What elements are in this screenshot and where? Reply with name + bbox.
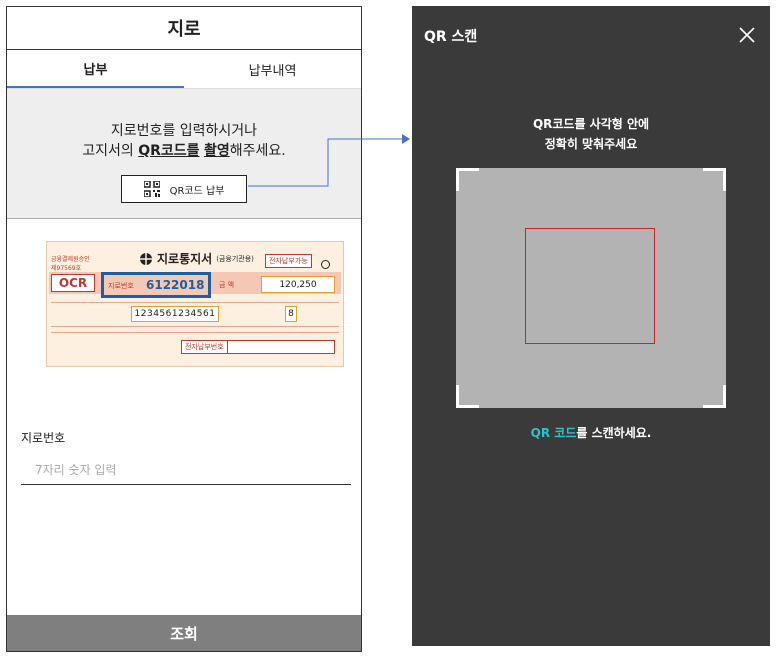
- qr-pay-button[interactable]: QR코드 납부: [121, 175, 247, 203]
- slip-dot-icon: [321, 260, 330, 269]
- corner-marker: [703, 385, 726, 408]
- giro-slip-image: 금융결제원승인 제97569호 지로통지서 (금융기관용) 전자납부가능 OCR …: [46, 241, 344, 367]
- guide-prefix: 고지서의: [82, 143, 139, 159]
- slip-giro-number-highlight: 지로번호 6122018: [101, 272, 211, 298]
- scan-guide: 지로번호를 입력하시거나 고지서의 QR코드를 촬영해주세요. QR코드 납부: [7, 89, 361, 219]
- slip-ocr-label: OCR: [51, 274, 95, 292]
- tab-bar: 납부 납부내역: [7, 50, 361, 89]
- scanner-instruction: QR코드를 사각형 안에 정확히 맞춰주세요: [412, 114, 770, 154]
- slip-amount-label: 금 액: [219, 281, 235, 289]
- guide-shoot-emphasis: 촬영: [204, 143, 230, 159]
- search-button[interactable]: 조회: [7, 615, 361, 651]
- qr-pay-button-label: QR코드 납부: [169, 185, 225, 197]
- slip-rule: [51, 332, 339, 333]
- slip-rule: [51, 302, 339, 303]
- tab-history[interactable]: 납부내역: [184, 50, 361, 88]
- giro-logo-icon: [140, 252, 152, 265]
- slip-giro-label: 지로번호: [108, 282, 134, 290]
- guide-line-1: 지로번호를 입력하시거나: [110, 123, 258, 139]
- slip-rule: [51, 326, 339, 327]
- scanner-hint-accent: QR 코드: [530, 426, 577, 440]
- slip-amount: 120,250: [261, 276, 335, 293]
- corner-marker: [703, 168, 726, 191]
- tab-pay[interactable]: 납부: [7, 50, 184, 88]
- scanner-instruction-line-1: QR코드를 사각형 안에: [532, 117, 650, 131]
- giro-number-label: 지로번호: [21, 431, 66, 445]
- scanner-hint: QR 코드를 스캔하세요.: [412, 424, 770, 441]
- slip-epay-badge: 전자납부가능: [265, 254, 312, 268]
- scan-target-frame: [525, 228, 655, 344]
- guide-suffix: 해주세요.: [229, 143, 286, 159]
- qr-code-icon: [143, 181, 160, 197]
- camera-viewfinder: [456, 168, 726, 408]
- scanner-hint-rest: 를 스캔하세요.: [576, 426, 652, 440]
- slip-check-digit: 8: [285, 306, 297, 322]
- slip-giro-number: 6122018: [146, 278, 205, 292]
- close-icon[interactable]: [738, 26, 756, 44]
- corner-marker: [456, 168, 479, 191]
- qr-scanner-panel: QR 스캔 QR코드를 사각형 안에 정확히 맞춰주세요 QR 코드를 스캔하세…: [412, 6, 770, 646]
- giro-number-input[interactable]: [21, 455, 351, 485]
- slip-epay-box: 전자납부번호: [181, 340, 335, 354]
- slip-epay-label: 전자납부번호: [182, 341, 228, 353]
- page-title: 지로: [7, 7, 361, 50]
- corner-marker: [456, 385, 479, 408]
- slip-title-text: 지로통지서: [157, 252, 213, 266]
- slip-code: 1234561234561: [131, 306, 219, 322]
- slip-approval-number: 제97569호: [51, 265, 82, 272]
- giro-screen: 지로 납부 납부내역 지로번호를 입력하시거나 고지서의 QR코드를 촬영해주세…: [6, 6, 362, 652]
- slip-title-sub: (금융기관용): [216, 254, 254, 263]
- scanner-instruction-line-2: 정확히 맞춰주세요: [544, 137, 638, 151]
- slip-approval: 금융결제원승인: [51, 256, 90, 263]
- guide-qr-emphasis: QR코드를: [138, 143, 200, 159]
- scanner-title: QR 스캔: [424, 29, 478, 45]
- slip-title: 지로통지서 (금융기관용): [139, 250, 254, 267]
- guide-line-2: 고지서의 QR코드를 촬영해주세요.: [7, 141, 361, 161]
